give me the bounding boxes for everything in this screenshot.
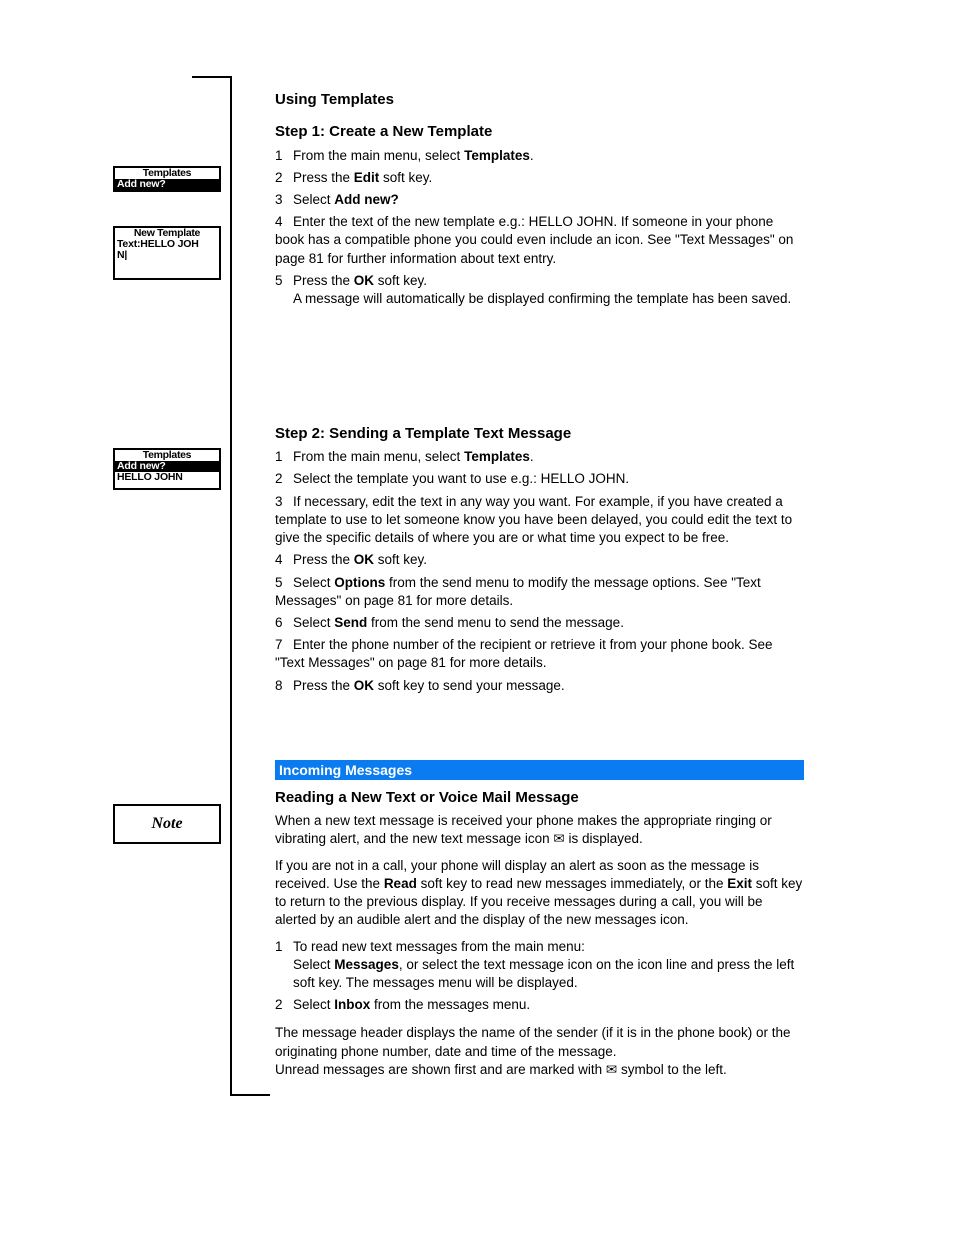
list-item: 2Select the template you want to use e.g…	[275, 470, 805, 488]
lcd-templates-list: Templates Add new? HELLO JOHN	[113, 448, 221, 490]
incoming-steps: 1To read new text messages from the main…	[275, 938, 805, 1015]
list-item: 4Enter the text of the new template e.g.…	[275, 213, 805, 268]
section-bar-label: Incoming Messages	[279, 762, 412, 778]
lcd-text-line2: N|	[115, 250, 219, 261]
lcd-text-line1: Text:HELLO JOH	[115, 239, 219, 250]
lcd-row-selected: Add new?	[115, 179, 219, 190]
list-item: 1From the main menu, select Templates.	[275, 147, 805, 165]
lcd-templates-addnew: Templates Add new?	[113, 166, 221, 192]
lcd-row: HELLO JOHN	[115, 472, 219, 483]
vertical-divider	[230, 76, 232, 1096]
list-item: 4Press the OK soft key.	[275, 551, 805, 569]
divider-top-cap	[192, 76, 232, 78]
list-item: 5Press the OK soft key.A message will au…	[275, 272, 805, 308]
section-step2: Step 2: Sending a Template Text Message …	[275, 424, 805, 699]
list-item: 3Select Add new?	[275, 191, 805, 209]
section-using-templates: Using Templates Step 1: Create a New Tem…	[275, 90, 805, 312]
list-item: 8Press the OK soft key to send your mess…	[275, 677, 805, 695]
envelope-icon: ✉	[606, 1062, 617, 1077]
list-item: 7Enter the phone number of the recipient…	[275, 636, 805, 672]
section-bar-incoming-messages: Incoming Messages	[275, 760, 804, 780]
list-item: 3If necessary, edit the text in any way …	[275, 493, 805, 548]
note-label: Note	[151, 815, 182, 833]
list-item: 2Select Inbox from the messages menu.	[275, 996, 805, 1014]
heading-read-new: Reading a New Text or Voice Mail Message	[275, 788, 805, 808]
heading-using-templates: Using Templates	[275, 90, 805, 110]
lcd-new-template: New Template Text:HELLO JOH N|	[113, 226, 221, 280]
divider-bottom-cap	[230, 1094, 270, 1096]
note-paragraph: If you are not in a call, your phone wil…	[275, 857, 805, 930]
paragraph: The message header displays the name of …	[275, 1024, 805, 1060]
paragraph: When a new text message is received your…	[275, 812, 805, 848]
paragraph: Unread messages are shown first and are …	[275, 1061, 805, 1079]
step2-list: 1From the main menu, select Templates. 2…	[275, 448, 805, 695]
heading-step1: Step 1: Create a New Template	[275, 122, 805, 142]
list-item: 1To read new text messages from the main…	[275, 938, 805, 993]
note-callout-box: Note	[113, 804, 221, 844]
list-item: 6Select Send from the send menu to send …	[275, 614, 805, 632]
step1-list: 1From the main menu, select Templates. 2…	[275, 147, 805, 309]
list-item: 5Select Options from the send menu to mo…	[275, 574, 805, 610]
list-item: 2Press the Edit soft key.	[275, 169, 805, 187]
section-incoming: Reading a New Text or Voice Mail Message…	[275, 786, 805, 1079]
message-icon: ✉	[553, 831, 564, 846]
list-item: 1From the main menu, select Templates.	[275, 448, 805, 466]
heading-step2: Step 2: Sending a Template Text Message	[275, 424, 805, 444]
